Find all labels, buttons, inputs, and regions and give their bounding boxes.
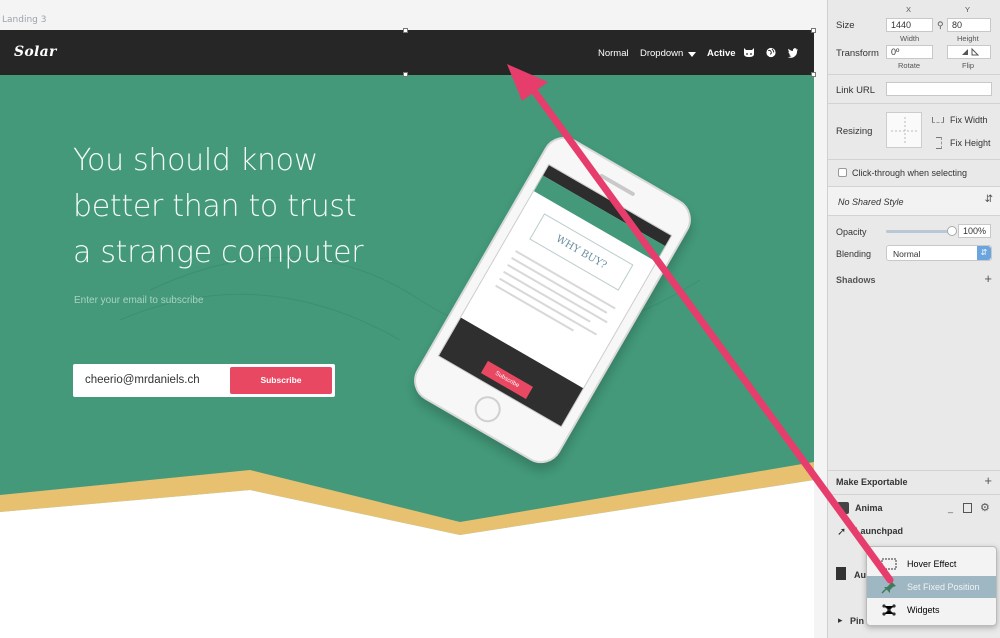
link-url-field[interactable] [886, 82, 992, 96]
rotate-field[interactable]: 0º [886, 45, 933, 59]
hero-headline-line: You should know [73, 143, 318, 178]
selection-handle[interactable] [811, 28, 816, 33]
page-bottom [0, 480, 814, 638]
height-sublabel: Height [957, 34, 979, 43]
logo[interactable]: Solar [14, 44, 57, 60]
email-input[interactable]: cheerio@mrdaniels.ch Subscribe [73, 364, 335, 397]
fix-width-label[interactable]: Fix Width [950, 115, 988, 125]
anima-minimize-icon[interactable]: _ [948, 503, 953, 513]
navbar[interactable]: Solar Normal Dropdown Active [0, 30, 814, 75]
auto-label-partial: Au [854, 570, 866, 580]
anima-panel-icon[interactable] [963, 503, 972, 513]
shadows-label: Shadows [836, 275, 876, 285]
menu-item-widgets[interactable]: Widgets [867, 599, 996, 621]
selection-handle[interactable] [403, 72, 408, 77]
selection-handle[interactable] [403, 28, 408, 33]
globe-icon[interactable] [765, 47, 777, 58]
divider [828, 159, 1000, 160]
resizing-widget[interactable] [886, 112, 922, 148]
nav-link-dropdown[interactable]: Dropdown [640, 48, 683, 59]
add-shadow-icon[interactable]: + [984, 271, 992, 286]
click-through-label[interactable]: Click-through when selecting [852, 168, 967, 178]
flip-icon[interactable] [948, 46, 992, 58]
divider [828, 470, 1000, 471]
divider [828, 494, 1000, 495]
flip-control[interactable] [947, 45, 991, 59]
make-exportable-label: Make Exportable [836, 477, 908, 487]
blending-value[interactable]: Normal [893, 249, 920, 259]
flip-sublabel: Flip [962, 61, 975, 70]
hero-headline-line: better than to trust [73, 189, 357, 224]
launchpad-label: Launchpad [855, 526, 904, 536]
phone-text-line [495, 284, 575, 332]
x-label: X [906, 5, 912, 14]
width-field[interactable]: 1440 [886, 18, 933, 32]
menu-item-label[interactable]: Hover Effect [907, 559, 956, 569]
divider [828, 103, 1000, 104]
click-through-checkbox[interactable] [838, 168, 847, 177]
rotate-sublabel: Rotate [898, 61, 921, 70]
nav-link-normal[interactable]: Normal [598, 48, 629, 59]
github-icon[interactable] [743, 47, 755, 58]
launchpad-icon: ➚ [837, 526, 847, 538]
blending-label: Blending [836, 249, 872, 259]
opacity-slider-thumb[interactable] [947, 226, 957, 236]
menu-item-set-fixed-position[interactable]: Set Fixed Position [867, 576, 996, 598]
add-export-icon[interactable]: + [984, 473, 992, 488]
fix-height-icon[interactable] [936, 137, 942, 149]
anima-label: Anima [855, 503, 883, 513]
shared-style-value[interactable]: No Shared Style [838, 197, 904, 207]
size-label: Size [836, 20, 855, 31]
chevron-down-icon[interactable] [688, 52, 696, 57]
subscribe-button[interactable]: Subscribe [230, 367, 332, 394]
resize-cross-icon[interactable] [887, 113, 923, 149]
pin-label-partial: Pin [850, 616, 865, 626]
resizing-label: Resizing [836, 126, 873, 137]
hero-subtitle: Enter your email to subscribe [74, 295, 204, 306]
gear-icon[interactable]: ⚙ [980, 501, 990, 514]
menu-item-label[interactable]: Widgets [907, 605, 940, 615]
hero-headline-line: a strange computer [73, 235, 364, 270]
opacity-field[interactable]: 100% [958, 224, 991, 238]
opacity-label: Opacity [836, 227, 867, 237]
fix-height-label[interactable]: Fix Height [950, 138, 991, 148]
twitter-icon[interactable] [787, 47, 799, 58]
opacity-slider[interactable] [886, 226, 957, 236]
divider [828, 74, 1000, 75]
hero-shapes [0, 256, 814, 638]
transform-label: Transform [836, 48, 879, 59]
chevron-updown-icon[interactable]: ⇵ [977, 246, 991, 260]
hero-headline: You should know better than to trust a s… [73, 138, 403, 276]
height-field[interactable]: 80 [947, 18, 991, 32]
nav-link-active[interactable]: Active [707, 48, 736, 59]
divider [828, 215, 1000, 216]
menu-item-hover-effect[interactable]: Hover Effect [867, 553, 996, 575]
width-sublabel: Width [900, 34, 920, 43]
blending-select[interactable]: Normal ⇵ [886, 245, 992, 261]
widgets-icon [882, 604, 896, 616]
inspector-panel: X Y Size 1440 ⚲ 80 Width Height Transfor… [827, 0, 1000, 638]
y-label: Y [965, 5, 971, 14]
pin-icon [881, 581, 896, 594]
anima-icon [837, 502, 849, 514]
link-url-label: Link URL [836, 85, 876, 96]
email-value[interactable]: cheerio@mrdaniels.ch [85, 374, 200, 386]
shared-style-select[interactable]: No Shared Style ⇵ [828, 187, 1000, 215]
lock-icon[interactable]: ⚲ [937, 20, 944, 31]
layout-icon [836, 567, 846, 580]
fix-width-icon[interactable] [932, 117, 944, 123]
chevron-updown-icon[interactable]: ⇵ [985, 194, 993, 205]
disclosure-arrow-icon[interactable]: ▸ [838, 615, 843, 626]
selection-handle[interactable] [811, 72, 816, 77]
design-canvas[interactable]: Landing 3 Solar Normal Dropdown Active Y… [0, 0, 827, 638]
context-menu[interactable]: Hover Effect Set Fixed Position Widgets [866, 546, 997, 626]
menu-item-label[interactable]: Set Fixed Position [907, 582, 980, 592]
hover-effect-icon [881, 558, 897, 570]
